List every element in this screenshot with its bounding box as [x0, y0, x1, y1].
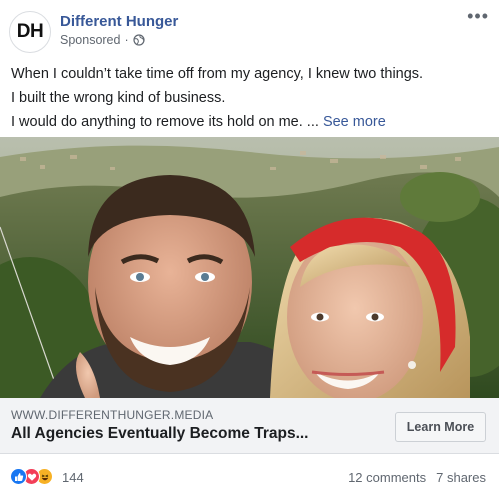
- meta-separator: ·: [124, 33, 129, 47]
- link-headline[interactable]: All Agencies Eventually Become Traps...: [11, 425, 308, 443]
- engagement-stats: 12 comments 7 shares: [348, 470, 486, 485]
- page-avatar[interactable]: DH: [9, 11, 51, 53]
- post-header: DH Different Hunger Sponsored · •••: [0, 0, 499, 60]
- globe-icon: [133, 34, 145, 46]
- shares-count-link[interactable]: 7 shares: [436, 470, 486, 485]
- post-text-line: When I couldn’t take time off from my ag…: [11, 66, 424, 82]
- reaction-count[interactable]: 144: [62, 470, 84, 485]
- reaction-icons[interactable]: [10, 468, 53, 485]
- see-more-link[interactable]: See more: [323, 114, 386, 130]
- post-text-line-3: I would do anything to remove its hold o…: [11, 114, 319, 130]
- sponsored-post-card: DH Different Hunger Sponsored · ••• When…: [0, 0, 499, 499]
- post-text-line: I would do anything to remove its hold o…: [11, 110, 491, 134]
- avatar-initials: DH: [16, 21, 44, 42]
- page-name-link[interactable]: Different Hunger: [60, 13, 178, 30]
- post-meta: Sponsored ·: [60, 33, 145, 47]
- more-options-icon[interactable]: •••: [467, 7, 489, 25]
- post-text-line: I built the wrong kind of business.: [11, 90, 226, 106]
- sponsored-label[interactable]: Sponsored: [60, 33, 120, 47]
- ad-photo[interactable]: [0, 137, 499, 398]
- link-domain: WWW.DIFFERENTHUNGER.MEDIA: [11, 408, 214, 422]
- ad-photo-image: [0, 137, 499, 398]
- reactions-bar: 144 12 comments 7 shares: [0, 454, 499, 499]
- learn-more-button[interactable]: Learn More: [395, 412, 486, 442]
- comments-count-link[interactable]: 12 comments: [348, 470, 426, 485]
- like-icon: [10, 468, 27, 485]
- link-preview[interactable]: WWW.DIFFERENTHUNGER.MEDIA All Agencies E…: [0, 398, 499, 454]
- post-text: When I couldn’t take time off from my ag…: [11, 62, 491, 134]
